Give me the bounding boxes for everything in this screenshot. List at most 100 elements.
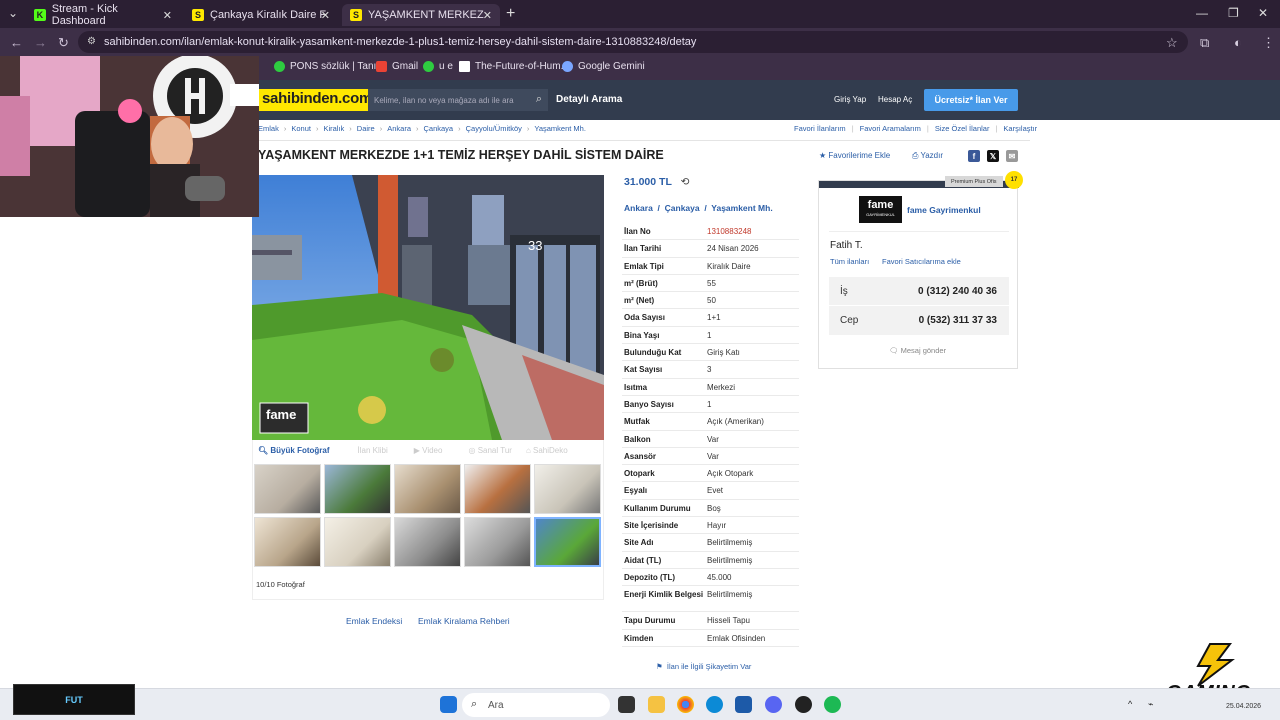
facebook-icon[interactable]: f bbox=[968, 150, 980, 162]
breadcrumb-item[interactable]: Daire bbox=[357, 124, 375, 133]
thumbnail[interactable] bbox=[254, 517, 321, 567]
bookmark-future-of-hum[interactable]: The-Future-of-Hum... bbox=[459, 61, 569, 72]
rental-guide-link[interactable]: Emlak Kiralama Rehberi bbox=[418, 616, 510, 626]
forward-icon[interactable]: → bbox=[34, 35, 47, 50]
site-info-icon[interactable]: ⚙ bbox=[87, 36, 96, 47]
obs-icon[interactable] bbox=[795, 696, 812, 713]
network-icon[interactable]: ⌁ bbox=[1148, 699, 1153, 710]
price-history-icon[interactable]: ⟲ bbox=[681, 176, 690, 188]
detail-key: Aidat (TL) bbox=[624, 555, 662, 565]
tab-kick-dashboard[interactable]: K Stream - Kick Dashboard ✕ bbox=[26, 3, 180, 27]
tab-yasamkent-listing[interactable]: S YAŞAMKENT MERKEZDE 1+1 TE ✕ bbox=[342, 4, 500, 26]
send-message-link[interactable]: 🗨︎ Mesaj gönder bbox=[889, 346, 946, 355]
taskbar-search-input[interactable]: ⌕ Ara bbox=[462, 693, 610, 717]
breadcrumb-item[interactable]: Konut bbox=[291, 124, 311, 133]
task-view-icon[interactable] bbox=[618, 696, 635, 713]
breadcrumb-item[interactable]: Ankara bbox=[387, 124, 411, 133]
windows-start-icon[interactable] bbox=[440, 696, 457, 713]
store-icon[interactable] bbox=[735, 696, 752, 713]
detail-value: Belirtilmemiş bbox=[707, 555, 753, 565]
favorite-searches-link[interactable]: Favori Aramalarım bbox=[860, 124, 921, 133]
spotify-icon[interactable] bbox=[824, 696, 841, 713]
report-listing-link[interactable]: ⚑ İlan ile İlgili Şikayetim Var bbox=[656, 662, 751, 671]
site-search-input[interactable]: Kelime, ilan no veya mağaza adı ile ara … bbox=[368, 89, 548, 111]
thumbnail[interactable] bbox=[394, 464, 461, 514]
breadcrumb-item[interactable]: Çayyolu/Ümitköy bbox=[466, 124, 522, 133]
breadcrumb-item[interactable]: Emlak bbox=[258, 124, 279, 133]
close-icon[interactable]: ✕ bbox=[321, 9, 330, 22]
print-link[interactable]: ⎙ Yazdır bbox=[912, 151, 943, 161]
thumbnail[interactable] bbox=[254, 464, 321, 514]
url-input[interactable]: ⚙ sahibinden.com/ilan/emlak-konut-kirali… bbox=[78, 31, 1188, 53]
seller-person: Fatih T. bbox=[830, 240, 863, 251]
reload-icon[interactable]: ↻ bbox=[58, 35, 69, 51]
main-photo[interactable]: 33 fame bbox=[252, 175, 604, 440]
favorite-listings-link[interactable]: Favori İlanlarım bbox=[794, 124, 846, 133]
extensions-icon[interactable]: ⧉ bbox=[1200, 35, 1209, 51]
phone-number[interactable]: 0 (312) 240 40 36 bbox=[918, 286, 997, 297]
divider: | bbox=[926, 124, 929, 133]
advanced-search-link[interactable]: Detaylı Arama bbox=[556, 94, 622, 105]
login-link[interactable]: Giriş Yap bbox=[834, 95, 866, 104]
profile-icon[interactable]: ◐ bbox=[1234, 35, 1242, 50]
new-tab-icon[interactable]: + bbox=[506, 5, 515, 23]
chrome-icon[interactable] bbox=[677, 696, 694, 713]
seller-logo[interactable]: fame GAYRİMENKUL bbox=[859, 196, 902, 223]
detail-value: Merkezi bbox=[707, 382, 736, 392]
all-ads-link[interactable]: Tüm ilanları bbox=[830, 257, 869, 266]
site-logo[interactable]: sahibinden.com bbox=[258, 89, 376, 111]
edge-icon[interactable] bbox=[706, 696, 723, 713]
minimize-icon[interactable]: — bbox=[1196, 6, 1208, 20]
special-listings-link[interactable]: Size Özel İlanlar bbox=[935, 124, 990, 133]
listing-price: 31.000 TL ⟲ bbox=[624, 176, 689, 188]
close-window-icon[interactable]: ✕ bbox=[1258, 6, 1268, 20]
detail-key: İlan Tarihi bbox=[624, 244, 662, 254]
thumbnail[interactable] bbox=[534, 464, 601, 514]
star-icon: ★ bbox=[819, 151, 827, 160]
thumbnail[interactable] bbox=[324, 517, 391, 567]
favorite-seller-link[interactable]: Favori Satıcılarıma ekle bbox=[882, 257, 961, 266]
close-icon[interactable]: ✕ bbox=[483, 9, 492, 22]
tab-label: YAŞAMKENT MERKEZDE 1+1 TE bbox=[368, 9, 484, 21]
x-icon[interactable]: 𝕏 bbox=[987, 150, 999, 162]
breadcrumb-item[interactable]: Kiralık bbox=[323, 124, 344, 133]
add-favorite-link[interactable]: ★ Favorilerime Ekle bbox=[819, 151, 890, 160]
bookmark-ue[interactable]: u e bbox=[423, 61, 453, 72]
bookmark-pons[interactable]: PONS sözlük | Tanı... bbox=[274, 61, 385, 72]
thumbnail[interactable] bbox=[464, 517, 531, 567]
bookmark-star-icon[interactable]: ☆ bbox=[1166, 35, 1178, 51]
search-icon[interactable]: ⌕ bbox=[536, 93, 542, 106]
breadcrumb-item[interactable]: Yaşamkent Mh. bbox=[534, 124, 586, 133]
register-link[interactable]: Hesap Aç bbox=[878, 95, 912, 104]
discord-icon[interactable] bbox=[765, 696, 782, 713]
tab-search-icon[interactable]: ⌄ bbox=[8, 6, 18, 20]
phone-number[interactable]: 0 (532) 311 37 33 bbox=[919, 315, 997, 326]
compare-link[interactable]: Karşılaştır bbox=[1003, 124, 1037, 133]
thumbnail[interactable] bbox=[394, 517, 461, 567]
menu-icon[interactable]: ⋮ bbox=[1262, 35, 1275, 51]
detail-key: Enerji Kimlik Belgesi bbox=[624, 590, 704, 600]
detail-value: 1310883248 bbox=[707, 227, 752, 236]
mail-icon[interactable]: ✉ bbox=[1006, 150, 1018, 162]
thumbnail[interactable] bbox=[324, 464, 391, 514]
seller-firm-link[interactable]: fame Gayrimenkul bbox=[907, 205, 981, 215]
tab-cankaya-kiralik[interactable]: S Çankaya Kiralık Daire Fiyatları ve ✕ bbox=[184, 4, 338, 26]
thumbnail[interactable] bbox=[464, 464, 531, 514]
real-estate-index-link[interactable]: Emlak Endeksi bbox=[346, 616, 402, 626]
location-neighborhood[interactable]: Yaşamkent Mh. bbox=[711, 203, 772, 213]
restore-icon[interactable]: ❐ bbox=[1228, 6, 1239, 20]
bookmark-gemini[interactable]: Google Gemini bbox=[562, 61, 645, 72]
back-icon[interactable]: ← bbox=[10, 35, 23, 50]
post-ad-button[interactable]: Ücretsiz* İlan Ver bbox=[924, 89, 1018, 111]
close-icon[interactable]: ✕ bbox=[163, 9, 172, 22]
location-district[interactable]: Çankaya bbox=[665, 203, 700, 213]
chevron-up-icon[interactable]: ^ bbox=[1128, 699, 1132, 709]
thumbnail-selected[interactable] bbox=[534, 517, 601, 567]
detail-key: Emlak Tipi bbox=[624, 261, 664, 271]
listing-title: YAŞAMKENT MERKEZDE 1+1 TEMİZ HERŞEY DAHİ… bbox=[258, 148, 664, 162]
breadcrumb-item[interactable]: Çankaya bbox=[424, 124, 454, 133]
detail-row: Depozito (TL) 45.000 bbox=[622, 569, 799, 587]
bookmark-gmail[interactable]: Gmail bbox=[376, 61, 418, 72]
file-explorer-icon[interactable] bbox=[648, 696, 665, 713]
location-city[interactable]: Ankara bbox=[624, 203, 653, 213]
